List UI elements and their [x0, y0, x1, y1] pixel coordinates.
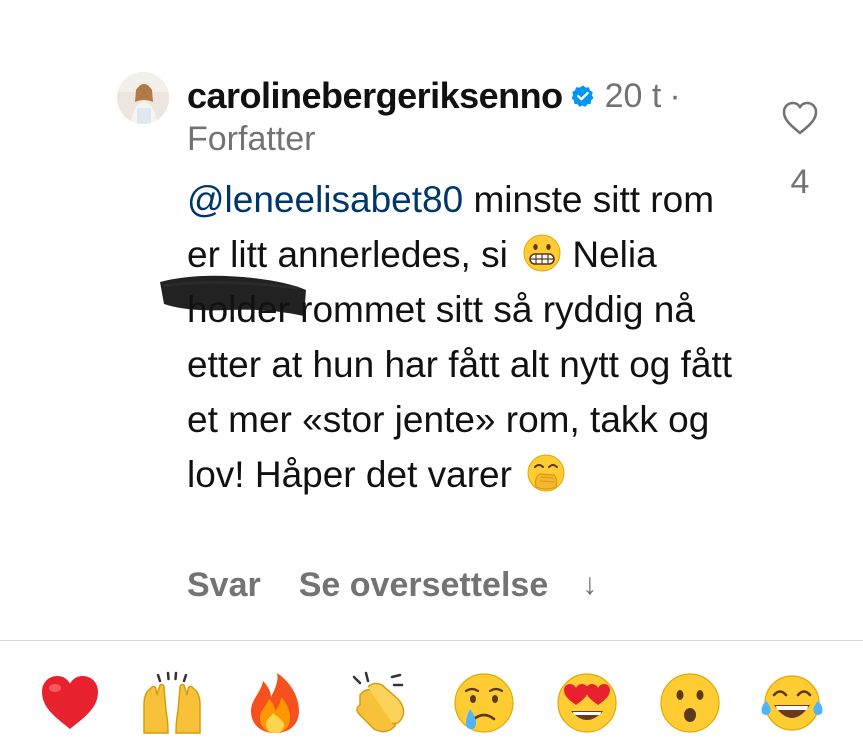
astonished-face-emoji[interactable] — [658, 671, 722, 735]
quick-reaction-bar — [0, 641, 863, 750]
redaction-mark — [158, 268, 308, 320]
comment: carolinebergeriksenno 20 t · Forfatter @… — [0, 0, 863, 640]
see-translation-button[interactable]: Se oversettelse — [299, 566, 549, 605]
avatar-photo — [117, 72, 169, 124]
red-heart-emoji[interactable] — [38, 671, 102, 735]
fire-emoji[interactable] — [243, 671, 307, 735]
mention-link[interactable]: @leneelisabet80 — [187, 179, 463, 220]
verified-badge-icon — [571, 84, 595, 108]
crying-face-emoji[interactable] — [452, 671, 516, 735]
header-separator: · — [669, 76, 681, 115]
author-tag: Forfatter — [187, 120, 316, 158]
tears-of-joy-emoji[interactable] — [760, 671, 824, 735]
arrow-down-icon[interactable]: ↓ — [582, 568, 597, 602]
raising-hands-emoji[interactable] — [140, 671, 204, 735]
username-link[interactable]: carolinebergeriksenno — [187, 75, 563, 117]
like-heart-icon[interactable] — [781, 100, 819, 136]
grimacing-face-emoji — [522, 233, 562, 273]
avatar[interactable] — [117, 72, 169, 124]
comment-timestamp: 20 t — [604, 76, 662, 115]
clapping-hands-emoji[interactable] — [346, 671, 410, 735]
comment-actions: Svar Se oversettelse ↓ — [187, 560, 597, 610]
like-count: 4 — [790, 163, 810, 201]
comment-header: carolinebergeriksenno 20 t · — [187, 72, 681, 120]
comment-text: @leneelisabet80 minste sitt rom er litt … — [187, 172, 747, 502]
heart-eyes-emoji[interactable] — [555, 671, 619, 735]
face-with-open-eyes-and-hand-over-mouth-emoji — [526, 453, 566, 493]
reply-button[interactable]: Svar — [187, 566, 261, 605]
like-column: 4 — [770, 100, 830, 202]
